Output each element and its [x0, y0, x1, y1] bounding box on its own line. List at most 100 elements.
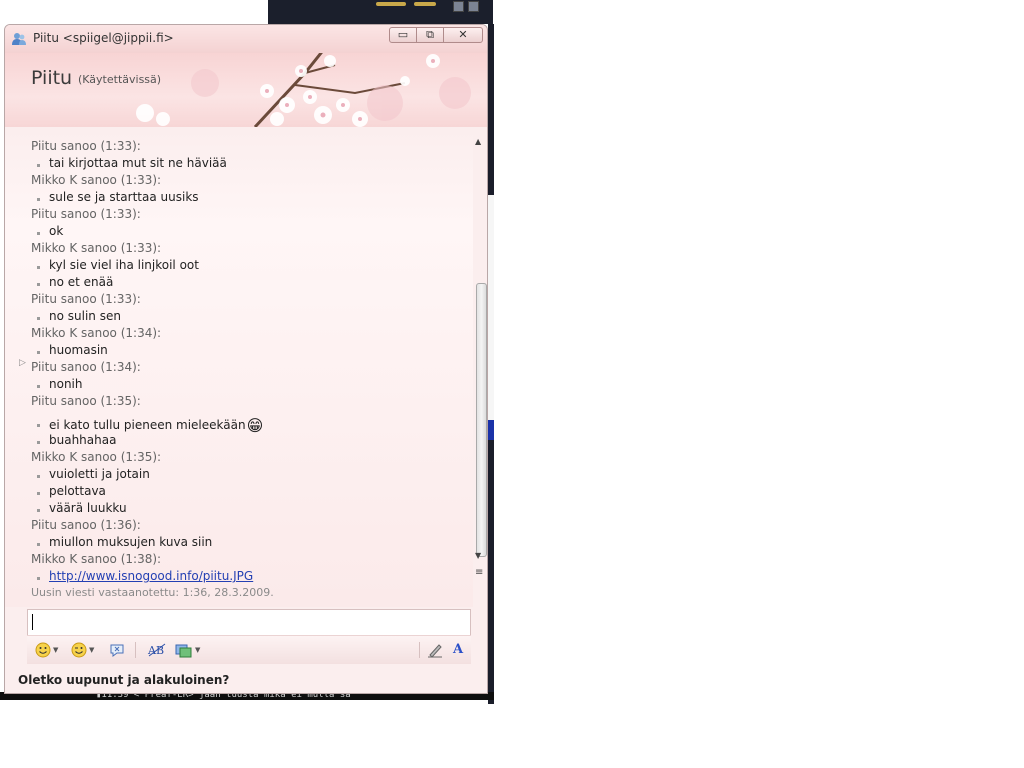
chat-window: Piitu <spiigel@jippii.fi> ▭ ⧉ ✕ Piitu (K…: [4, 24, 488, 694]
message-text: miullon muksujen kuva siin: [49, 535, 212, 549]
contact-name: Piitu: [31, 67, 73, 89]
message-sender-line: Mikko K sanoo (1:33):: [31, 173, 162, 187]
message-link[interactable]: http://www.isnogood.info/piitu.JPG: [49, 569, 253, 583]
conversation-pane: ▷ Piitu sanoo (1:33): tai kirjottaa mut s…: [5, 129, 473, 607]
compose-toolbar: ▼ ▼ AB ▼ A: [27, 635, 471, 664]
last-received-status: Uusin viesti vastaanotettu: 1:36, 28.3.2…: [31, 586, 274, 599]
message-text: huomasin: [49, 343, 108, 357]
background-button: [453, 1, 464, 12]
message-text: väärä luukku: [49, 501, 127, 515]
message-text: no et enää: [49, 275, 113, 289]
footer-ad-text[interactable]: Oletko uupunut ja alakuloinen?: [18, 673, 229, 687]
message-bullet: [37, 317, 40, 320]
message-bullet: [37, 492, 40, 495]
message-text: pelottava: [49, 484, 106, 498]
message-bullet: [37, 424, 40, 427]
minimize-icon: ▭: [397, 28, 409, 41]
title-bar[interactable]: Piitu <spiigel@jippii.fi> ▭ ⧉ ✕: [5, 25, 487, 54]
message-sender-line: Piitu sanoo (1:34):: [31, 360, 141, 374]
close-icon: ✕: [458, 28, 468, 41]
maximize-icon: ⧉: [426, 28, 434, 41]
background-window-edge: [488, 195, 494, 435]
font-button[interactable]: A: [453, 640, 463, 660]
message-bullet: [37, 164, 40, 167]
scroll-thumb[interactable]: [476, 283, 487, 557]
background-slider: [376, 2, 406, 6]
message-bullet: [37, 198, 40, 201]
message-bullet: [37, 509, 40, 512]
text-caret: [32, 614, 33, 630]
background-window-edge: [488, 420, 494, 440]
message-bullet: [37, 266, 40, 269]
background-button: [468, 1, 479, 12]
maximize-button[interactable]: ⧉: [416, 27, 444, 43]
message-text: sule se ja starttaa uusiks: [49, 190, 199, 204]
pane-splitter-icon[interactable]: ≡: [475, 567, 483, 578]
background-app-toolbar: [268, 0, 493, 24]
nudge-button[interactable]: [109, 640, 125, 660]
scroll-track[interactable]: [475, 151, 487, 557]
message-text-content: kyl sie viel iha linjkoil oot: [49, 258, 199, 272]
message-text-content: pelottava: [49, 484, 106, 498]
message-sender-line: Piitu sanoo (1:36):: [31, 518, 141, 532]
message-bullet: [37, 283, 40, 286]
message-sender-line: Piitu sanoo (1:35):: [31, 394, 141, 408]
message-bullet: [37, 475, 40, 478]
message-text-content: huomasin: [49, 343, 108, 357]
message-text-content: buahhahaa: [49, 433, 117, 447]
message-sender-line: Mikko K sanoo (1:34):: [31, 326, 162, 340]
nudge-icon: [110, 644, 124, 657]
expand-arrow-icon[interactable]: ▷: [19, 358, 26, 368]
emoticon-button[interactable]: ▼: [35, 640, 58, 660]
toolbar-separator: [419, 642, 420, 658]
message-bullet: [37, 543, 40, 546]
smiley-icon: [35, 642, 51, 658]
handwriting-button[interactable]: [427, 640, 443, 660]
message-bullet: [37, 385, 40, 388]
close-button[interactable]: ✕: [443, 27, 483, 43]
contact-header: Piitu (Käytettävissä): [5, 53, 487, 127]
dropdown-arrow-icon: ▼: [89, 646, 95, 654]
message-sender-line: Mikko K sanoo (1:33):: [31, 241, 162, 255]
message-bullet: [37, 232, 40, 235]
message-bullet: [37, 351, 40, 354]
message-text-content: no sulin sen: [49, 309, 121, 323]
spellcheck-icon: AB: [147, 643, 166, 657]
dropdown-arrow-icon: ▼: [53, 646, 59, 654]
toolbar-separator: [135, 642, 136, 658]
background-slider: [414, 2, 436, 6]
message-text: nonih: [49, 377, 83, 391]
message-sender-line: Piitu sanoo (1:33):: [31, 292, 141, 306]
message-text: no sulin sen: [49, 309, 121, 323]
background-button[interactable]: ▼: [175, 640, 200, 660]
wink-icon: [71, 642, 87, 658]
message-text: buahhahaa: [49, 433, 116, 447]
message-text-content: miullon muksujen kuva siin: [49, 535, 213, 549]
window-title: Piitu <spiigel@jippii.fi>: [33, 31, 174, 45]
message-text-content: ok: [49, 224, 64, 238]
conversation-scrollbar[interactable]: ▲ ▼: [473, 137, 487, 577]
message-text: kyl sie viel iha linjkoil oot: [49, 258, 199, 272]
background-icon: [175, 644, 192, 658]
scroll-up-icon[interactable]: ▲: [475, 137, 481, 146]
dropdown-arrow-icon: ▼: [195, 646, 201, 654]
message-sender-line: Mikko K sanoo (1:38):: [31, 552, 162, 566]
message-sender-line: Mikko K sanoo (1:35):: [31, 450, 162, 464]
message-text-content: tai kirjottaa mut sit ne häviää: [49, 156, 227, 170]
scroll-down-icon[interactable]: ▼: [475, 551, 481, 560]
message-text-content: sule se ja starttaa uusiks: [49, 190, 199, 204]
handwriting-icon: [428, 643, 442, 658]
message-text: ok: [49, 224, 63, 238]
message-text-content: no et enää: [49, 275, 114, 289]
message-text-content: nonih: [49, 377, 83, 391]
message-bullet: [37, 577, 40, 580]
minimize-button[interactable]: ▭: [389, 27, 417, 43]
grin-emoticon-icon: 😁: [246, 416, 264, 435]
cherry-blossom-image: [136, 53, 471, 127]
spellcheck-button[interactable]: AB: [147, 640, 167, 660]
message-text-content: väärä luukku: [49, 501, 127, 515]
message-sender-line: Piitu sanoo (1:33):: [31, 207, 141, 221]
contact-status: (Käytettävissä): [78, 73, 162, 86]
message-sender-line: Piitu sanoo (1:33):: [31, 139, 141, 153]
wink-button[interactable]: ▼: [71, 640, 94, 660]
